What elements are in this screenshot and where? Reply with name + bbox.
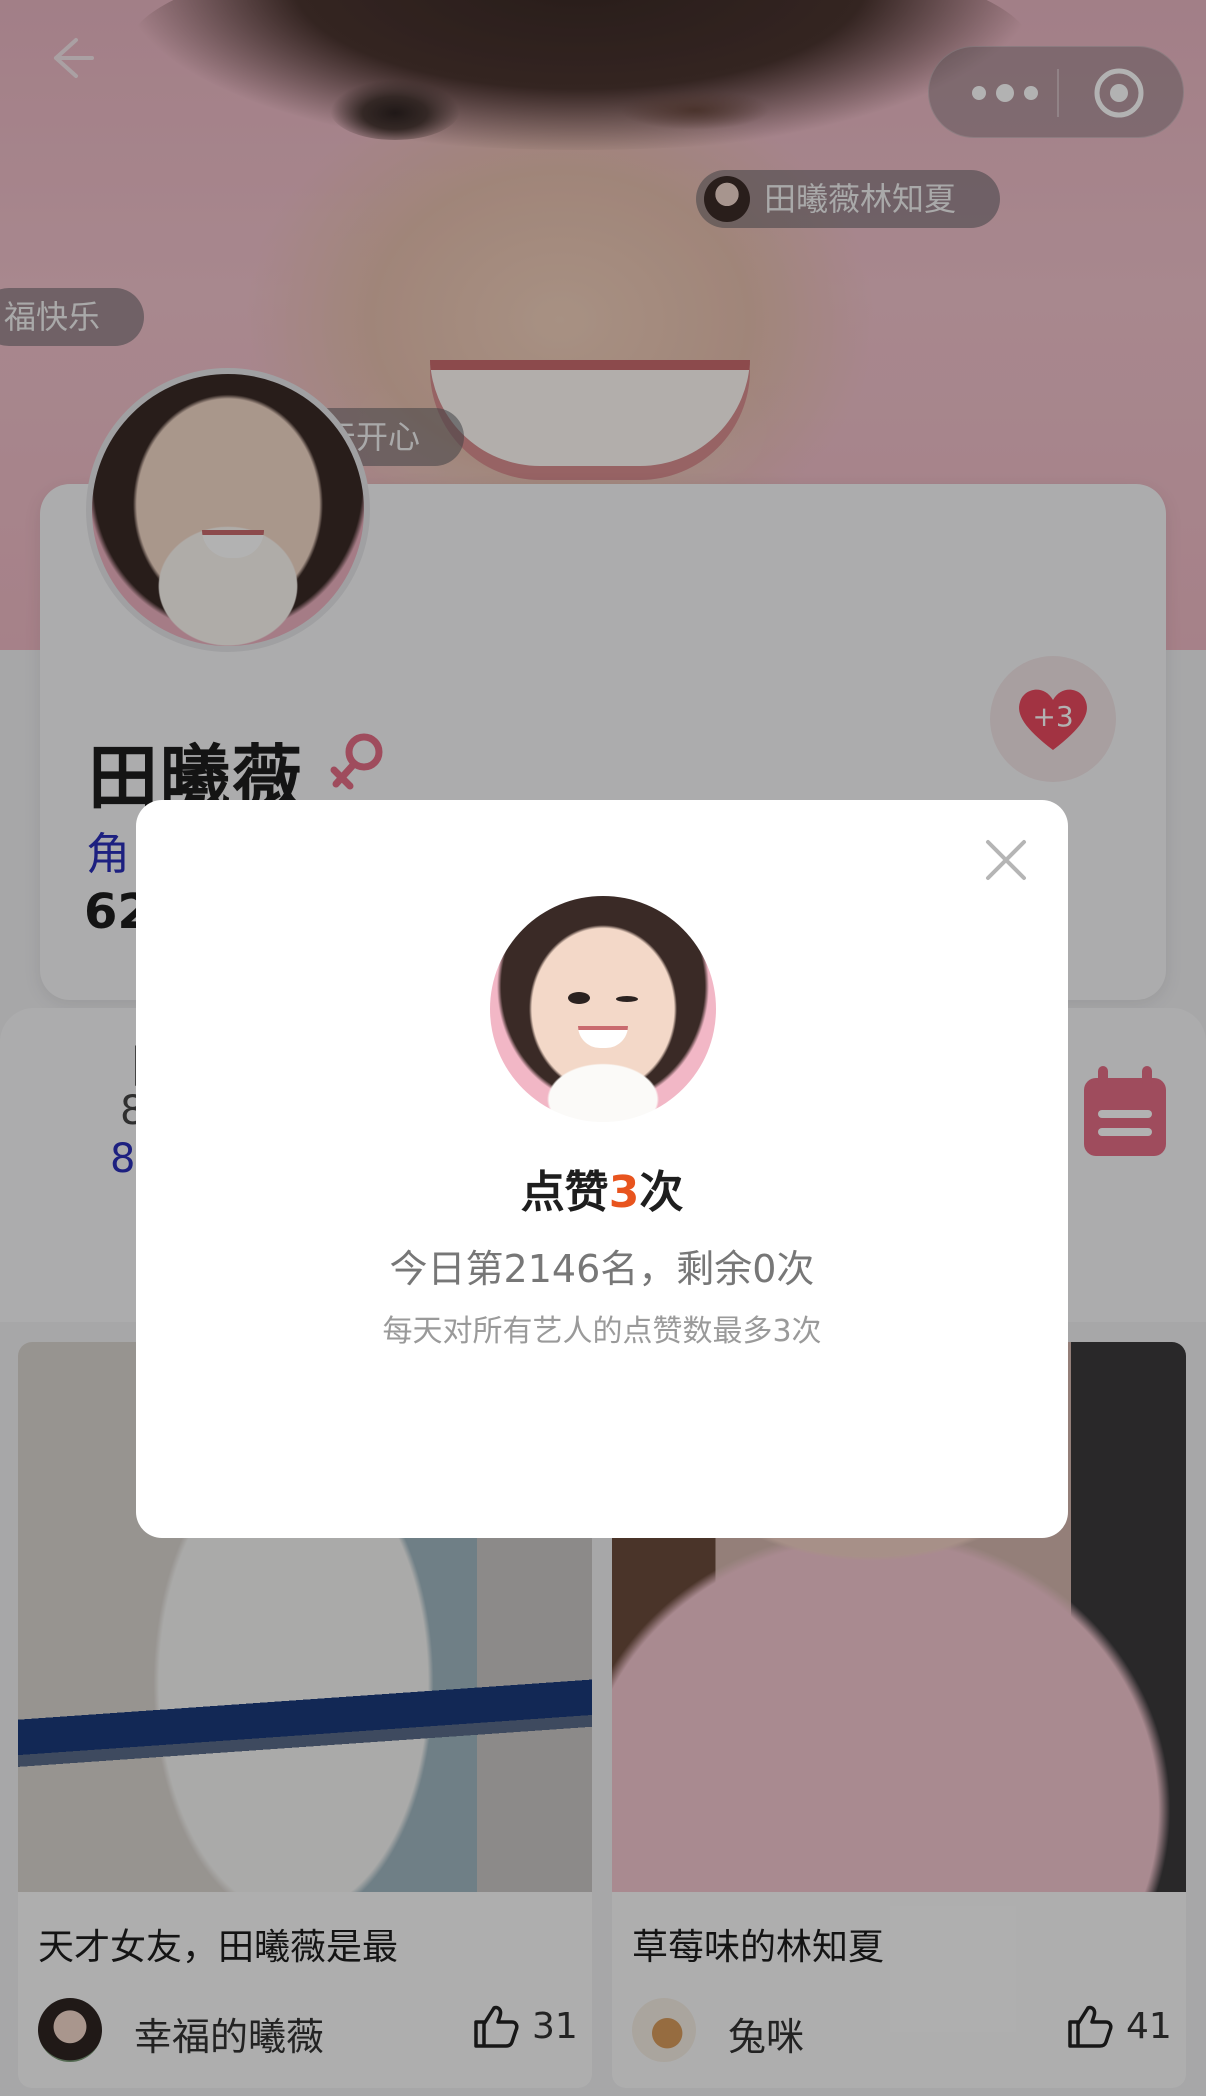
- dialog-artist-avatar: [490, 896, 716, 1122]
- dialog-note: 每天对所有艺人的点赞数最多3次: [382, 1314, 822, 1349]
- screen: 田曦薇林知夏 福快乐 天开心 田曦薇 角 62 +3 | 8 8 天才女友，田曦…: [0, 0, 1206, 2096]
- dialog-rank-text: 今日第2146名，剩余0次: [389, 1247, 815, 1291]
- dialog-title: 点赞3次: [520, 1167, 684, 1218]
- like-result-dialog: 点赞3次 今日第2146名，剩余0次 每天对所有艺人的点赞数最多3次: [136, 800, 1068, 1538]
- close-icon[interactable]: [982, 836, 1030, 884]
- like-times: 3: [608, 1167, 640, 1218]
